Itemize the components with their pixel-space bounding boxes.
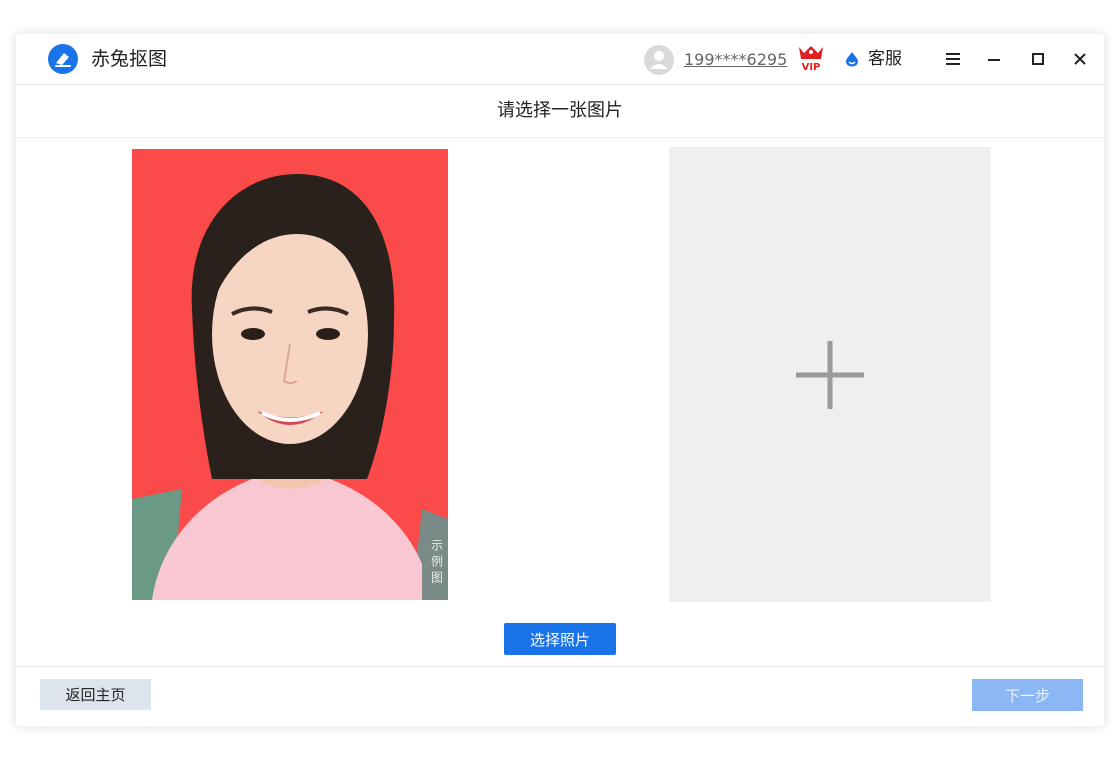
vip-crown-icon[interactable]: VIP	[796, 43, 826, 73]
back-home-button[interactable]: 返回主页	[40, 679, 151, 710]
close-icon[interactable]	[1067, 46, 1093, 72]
plus-icon	[796, 341, 864, 409]
minimize-icon[interactable]	[981, 46, 1007, 72]
service-label: 客服	[868, 49, 902, 69]
footer-bar: 返回主页 下一步	[16, 666, 1104, 727]
app-window: 赤兔抠图 199****6295 VIP 客服 请选择一张图片 示例图 选择照片…	[16, 34, 1104, 726]
next-step-button[interactable]: 下一步	[972, 679, 1083, 711]
subtitle-bar: 请选择一张图片	[16, 85, 1104, 138]
sample-tag: 示例图	[422, 526, 448, 600]
app-title: 赤兔抠图	[91, 48, 168, 70]
service-drop-icon	[846, 52, 858, 67]
user-phone-link[interactable]: 199****6295	[684, 50, 787, 70]
app-logo-icon	[48, 44, 78, 74]
maximize-icon[interactable]	[1025, 46, 1051, 72]
sample-portrait-image	[132, 149, 448, 600]
title-bar: 赤兔抠图 199****6295 VIP 客服	[16, 34, 1104, 85]
sample-photo: 示例图	[132, 149, 448, 600]
svg-text:VIP: VIP	[802, 62, 821, 73]
select-photo-button[interactable]: 选择照片	[504, 623, 616, 655]
upload-area[interactable]	[669, 147, 991, 602]
page-subtitle: 请选择一张图片	[497, 100, 623, 121]
menu-icon[interactable]	[940, 46, 966, 72]
avatar-icon[interactable]	[644, 45, 674, 75]
